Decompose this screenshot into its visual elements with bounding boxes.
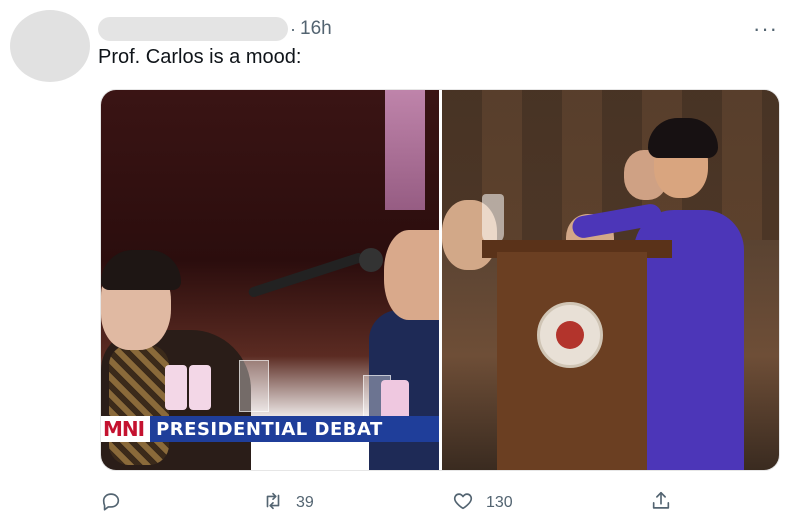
news-ticker: MNI PRESIDENTIAL DEBAT — [101, 416, 439, 442]
water-glass — [239, 360, 269, 412]
reply-icon — [100, 490, 122, 517]
senate-seal — [537, 302, 603, 368]
man-head — [384, 230, 439, 320]
author-name-redacted[interactable] — [98, 17, 288, 41]
tweet-timestamp[interactable]: 16h — [300, 18, 332, 40]
tweet-media[interactable]: MNI PRESIDENTIAL DEBAT — [100, 89, 780, 471]
woman-scarf — [109, 345, 169, 465]
media-photo-senate[interactable] — [442, 90, 779, 470]
retweet-icon — [262, 490, 284, 517]
ticker-network-logo: MNI — [103, 417, 145, 441]
like-button[interactable]: 130 — [452, 490, 513, 517]
tweet-header: · 16h — [98, 14, 332, 44]
tweet-actions: 39 130 — [100, 488, 680, 518]
water-glass — [482, 194, 504, 244]
share-icon — [650, 490, 672, 517]
media-photo-debate[interactable]: MNI PRESIDENTIAL DEBAT — [101, 90, 439, 470]
tweet[interactable]: · 16h ··· Prof. Carlos is a mood: MNI PR… — [0, 0, 800, 528]
microphone — [247, 251, 365, 299]
microphone-head — [359, 248, 383, 272]
ticker-title: PRESIDENTIAL DEBAT — [150, 416, 439, 442]
stage-light — [385, 90, 425, 210]
more-options-icon[interactable]: ··· — [753, 18, 778, 40]
share-button[interactable] — [650, 490, 672, 517]
avatar[interactable] — [10, 10, 90, 82]
retweet-button[interactable]: 39 — [262, 490, 314, 517]
reply-button[interactable] — [100, 490, 134, 517]
tweet-text: Prof. Carlos is a mood: — [98, 46, 302, 68]
like-count: 130 — [486, 494, 513, 511]
seal-emblem — [556, 321, 584, 349]
heart-icon — [452, 490, 474, 517]
water-bottle — [189, 365, 211, 410]
retweet-count: 39 — [296, 494, 314, 511]
separator-dot: · — [290, 18, 296, 39]
water-bottle — [165, 365, 187, 410]
woman-hair — [101, 250, 181, 290]
